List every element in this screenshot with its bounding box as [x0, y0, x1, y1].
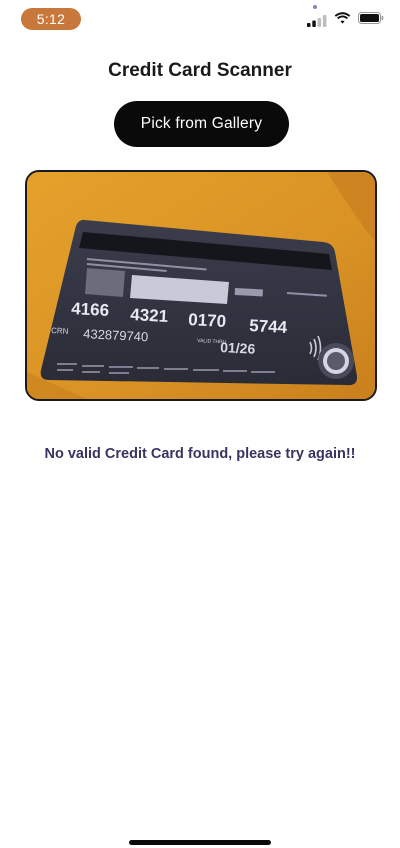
cellular-signal-icon: [307, 5, 327, 27]
scanned-card-image: 4166 4321 0170 5744 CRN 432879740 VALID …: [25, 170, 377, 401]
status-icons: [307, 5, 384, 32]
card-number-group-3: 0170: [188, 310, 227, 331]
status-bar: 5:12: [0, 0, 400, 44]
status-time: 5:12: [21, 8, 81, 30]
wifi-icon: [334, 11, 351, 29]
crn-label: CRN: [51, 326, 69, 336]
scan-result-message: No valid Credit Card found, please try a…: [44, 446, 356, 462]
credit-card-photo: 4166 4321 0170 5744 CRN 432879740 VALID …: [27, 172, 375, 399]
card-expiry: 01/26: [220, 339, 256, 357]
card-number-group-2: 4321: [130, 305, 169, 326]
home-indicator[interactable]: [129, 840, 271, 845]
card-number-group-1: 4166: [71, 299, 110, 320]
page-title: Credit Card Scanner: [108, 60, 292, 81]
card-number-group-4: 5744: [249, 316, 288, 337]
pick-from-gallery-button[interactable]: Pick from Gallery: [114, 101, 289, 147]
battery-icon: [358, 11, 384, 29]
